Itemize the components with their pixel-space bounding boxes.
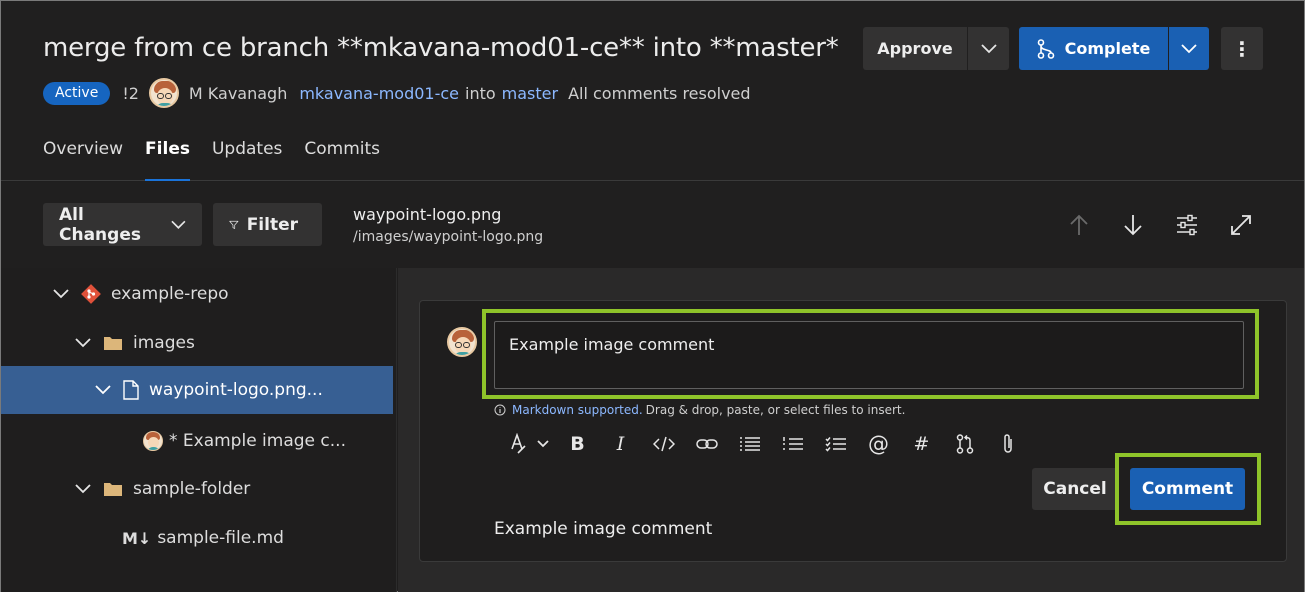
header-style-button[interactable] [504, 431, 556, 457]
folder-icon [103, 481, 123, 497]
checklist-icon[interactable] [814, 431, 857, 457]
attachment-icon[interactable] [986, 431, 1029, 457]
markdown-icon: M↓ [122, 528, 152, 548]
folder-icon [103, 335, 123, 351]
chevron-down-icon [1181, 43, 1197, 53]
chevron-down-icon[interactable] [75, 484, 91, 494]
link-icon[interactable] [685, 431, 728, 457]
tree-item-sample-file[interactable]: M↓ sample-file.md [122, 514, 284, 562]
tab-commits[interactable]: Commits [304, 139, 380, 181]
page-title: merge from ce branch **mkavana-mod01-ce*… [43, 33, 839, 63]
hashtag-icon[interactable]: # [900, 431, 943, 457]
tree-item-repo[interactable]: example-repo [53, 270, 229, 318]
italic-icon[interactable]: I [599, 431, 642, 457]
chevron-down-icon [171, 220, 186, 229]
avatar [143, 431, 163, 451]
posted-comment-text: Example image comment [494, 519, 713, 539]
help-text: Drag & drop, paste, or select files to i… [645, 403, 906, 417]
bullet-list-icon[interactable] [728, 431, 771, 457]
complete-button[interactable]: Complete [1019, 27, 1168, 70]
complete-dropdown-button[interactable] [1169, 27, 1209, 70]
all-changes-dropdown[interactable]: All Changes [43, 203, 202, 246]
markdown-link[interactable]: Markdown supported. [512, 403, 643, 417]
highlight-box-input [482, 309, 1259, 399]
comment-card: Example image comment Markdown supported… [419, 300, 1287, 562]
highlight-box-button [1115, 453, 1261, 525]
merge-icon [1037, 38, 1054, 59]
bold-icon[interactable]: B [556, 431, 599, 457]
numbered-list-icon[interactable] [771, 431, 814, 457]
avatar[interactable] [148, 78, 179, 108]
avatar [447, 327, 477, 357]
filter-label: Filter [246, 214, 298, 235]
pr-tabs: Overview Files Updates Commits [43, 139, 402, 181]
text-style-icon [511, 433, 549, 454]
file-name: waypoint-logo.png [353, 205, 502, 224]
file-icon [123, 380, 139, 400]
approve-dropdown-button[interactable] [968, 27, 1009, 70]
target-branch-link[interactable]: master [502, 84, 558, 103]
tree-item-label: example-repo [111, 284, 229, 304]
into-text: into [465, 83, 496, 103]
tree-item-comment[interactable]: * Example image c... [143, 417, 346, 465]
all-changes-label: All Changes [59, 204, 141, 245]
author-name[interactable]: M Kavanagh [189, 84, 287, 103]
tree-item-sample-folder[interactable]: sample-folder [75, 465, 250, 513]
cancel-button[interactable]: Cancel [1032, 468, 1118, 510]
tree-item-waypoint-logo[interactable]: waypoint-logo.png... [1, 366, 393, 414]
source-branch-link[interactable]: mkavana-mod01-ce [299, 84, 459, 103]
chevron-down-icon[interactable] [53, 289, 69, 299]
code-icon[interactable] [642, 431, 685, 457]
markdown-note: Markdown supported. Drag & drop, paste, … [494, 403, 905, 417]
arrow-down-icon[interactable] [1120, 212, 1146, 238]
chevron-down-icon [980, 43, 997, 53]
settings-sliders-icon[interactable] [1174, 212, 1200, 238]
info-icon [494, 404, 506, 416]
filter-icon [229, 220, 239, 229]
tree-item-label: images [133, 333, 195, 353]
arrow-up-icon[interactable] [1066, 212, 1092, 238]
file-path: /images/waypoint-logo.png [353, 229, 544, 245]
format-toolbar: B I @ # [504, 431, 1029, 457]
tree-item-images[interactable]: images [75, 319, 195, 367]
tab-files[interactable]: Files [145, 139, 190, 181]
complete-label: Complete [1064, 39, 1151, 58]
filter-button[interactable]: Filter [213, 203, 322, 246]
tab-updates[interactable]: Updates [212, 139, 282, 181]
tree-item-label: * Example image c... [169, 431, 346, 451]
file-view: Example image comment Markdown supported… [398, 268, 1304, 592]
more-actions-button[interactable]: ⋮ [1221, 27, 1263, 70]
chevron-down-icon[interactable] [95, 385, 111, 395]
approve-button[interactable]: Approve [863, 27, 967, 70]
chevron-down-icon[interactable] [75, 338, 91, 348]
mention-icon[interactable]: @ [857, 431, 900, 457]
pr-header: merge from ce branch **mkavana-mod01-ce*… [1, 1, 1304, 181]
expand-icon[interactable] [1228, 212, 1254, 238]
status-badge: Active [43, 81, 111, 105]
comments-status: All comments resolved [568, 83, 751, 103]
pr-id[interactable]: !2 [122, 84, 139, 103]
pull-request-icon[interactable] [943, 431, 986, 457]
git-icon [81, 284, 101, 304]
file-tree: example-repo images waypoint-logo.png...… [1, 268, 397, 592]
pr-meta: Active !2 M Kavanagh mkavana-mod01-ce in… [43, 78, 751, 108]
tree-item-label: sample-file.md [157, 528, 284, 548]
tab-overview[interactable]: Overview [43, 139, 123, 181]
tree-item-label: waypoint-logo.png... [149, 380, 323, 400]
tree-item-label: sample-folder [133, 479, 251, 499]
files-toolbar: All Changes Filter waypoint-logo.png /im… [1, 182, 1304, 268]
